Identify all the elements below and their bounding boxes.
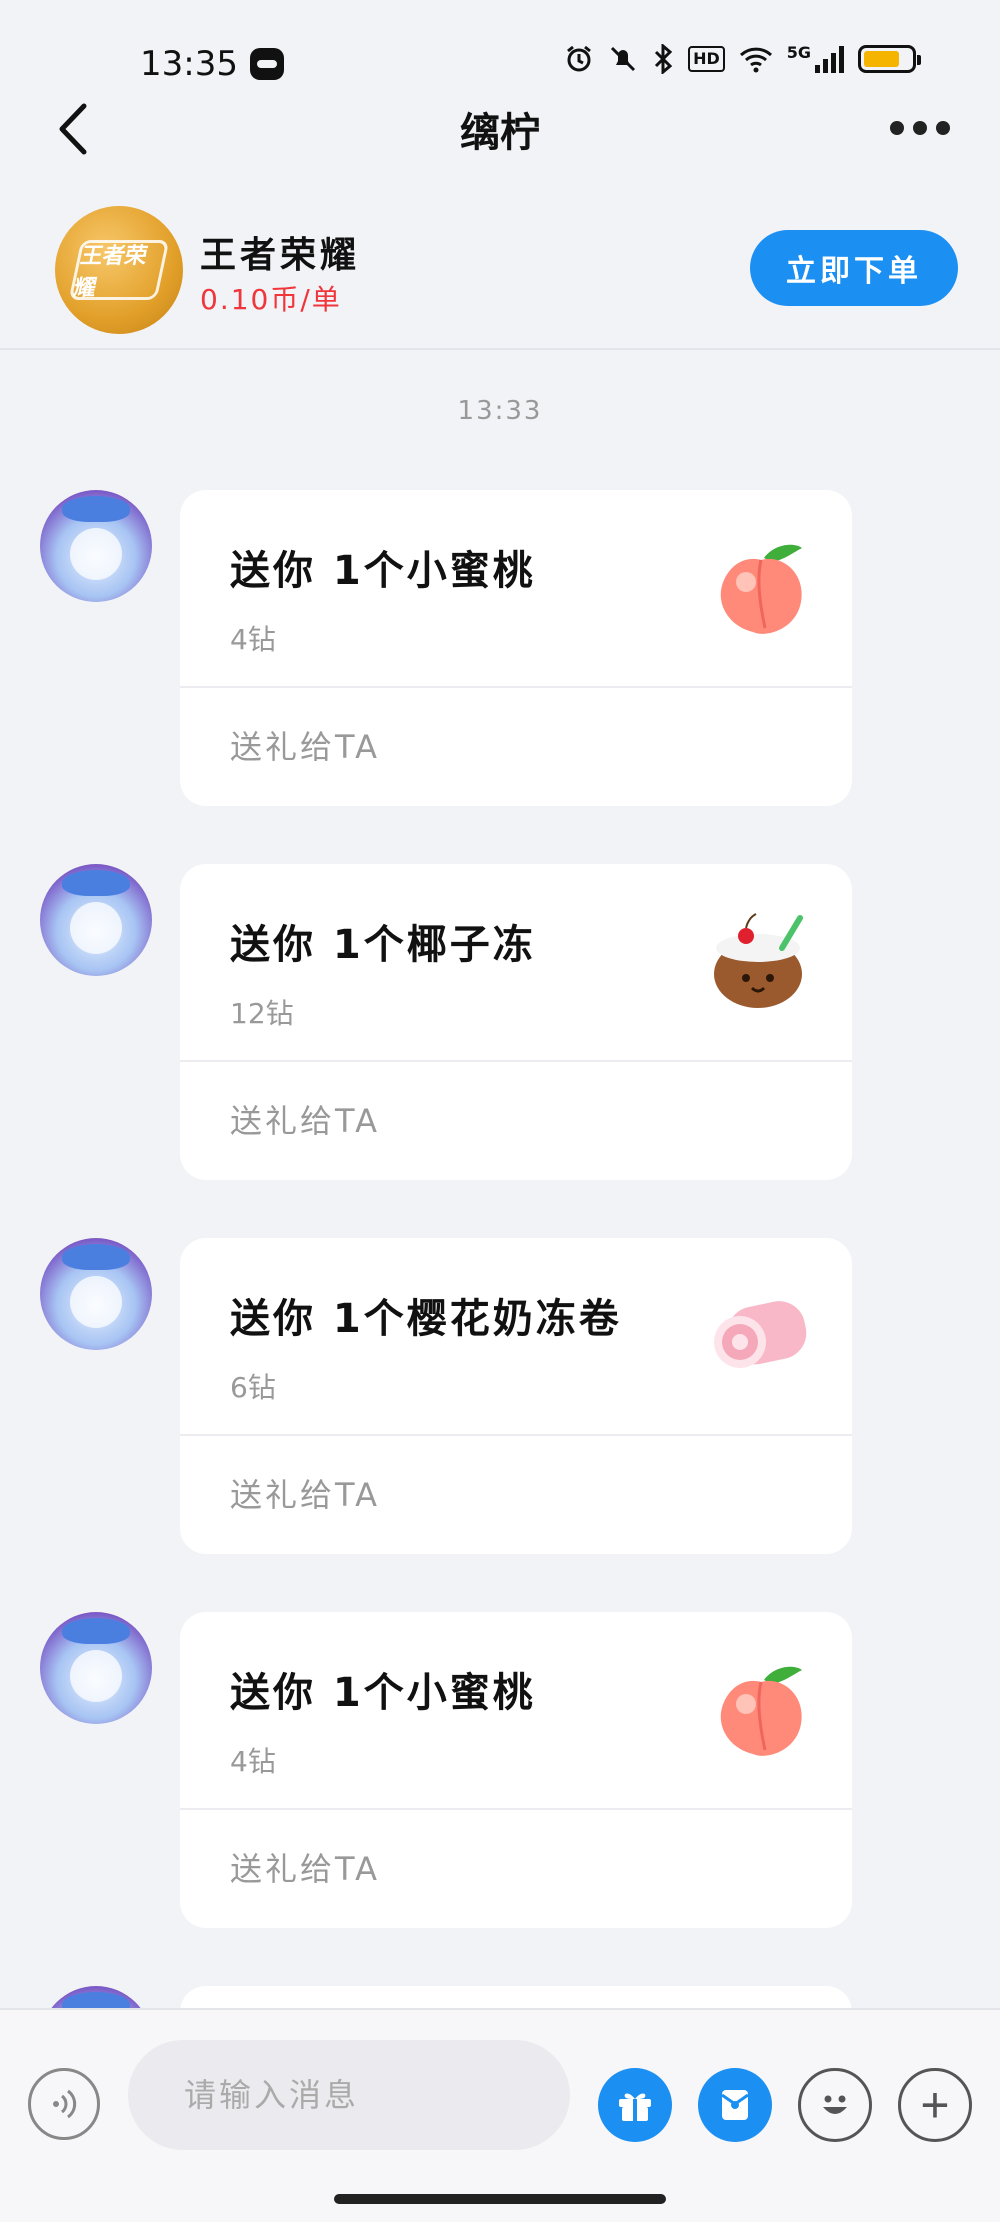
- hd-badge: HD: [688, 46, 725, 72]
- gift-title: 送你 1个樱花奶冻卷: [230, 1296, 622, 1342]
- order-now-button[interactable]: 立即下单: [750, 230, 958, 306]
- voice-button[interactable]: [28, 2068, 100, 2140]
- gift-message: 送你 1个小蜜桃 4钻 送礼给TA: [0, 1612, 1000, 1932]
- red-packet-icon: [721, 2090, 749, 2120]
- mute-icon: [611, 46, 636, 72]
- signal-icon: [815, 45, 844, 73]
- gift-icon: [619, 2093, 651, 2121]
- gift-cost: 12钻: [230, 997, 294, 1030]
- plus-icon: +: [920, 2077, 950, 2133]
- coconut-icon: [714, 913, 803, 1008]
- alarm-icon: [567, 45, 591, 72]
- avatar[interactable]: [40, 490, 152, 602]
- red-packet-button[interactable]: [698, 2068, 772, 2142]
- gift-message: 送你 1个小蜜桃 4钻 送礼给TA: [0, 490, 1000, 810]
- gift-divider: [180, 1060, 852, 1062]
- gift-divider: [180, 1434, 852, 1436]
- more-dot: [936, 121, 950, 135]
- gift-message-partial: [0, 1986, 1000, 2008]
- gift-card[interactable]: 送你 1个椰子冻 12钻 送礼给TA: [180, 864, 852, 1180]
- gift-cost: 4钻: [230, 1745, 276, 1778]
- game-name: 王者荣耀: [200, 235, 361, 276]
- input-bar: +: [0, 2008, 1000, 2222]
- more-dot: [913, 121, 927, 135]
- avatar[interactable]: [40, 864, 152, 976]
- emoji-icon: [823, 2095, 847, 2114]
- gift-title: 送你 1个小蜜桃: [230, 548, 536, 594]
- more-button[interactable]: [890, 116, 950, 140]
- message-input[interactable]: [128, 2040, 570, 2150]
- page-title: 缡柠: [460, 110, 540, 156]
- network-label: 5G: [786, 42, 811, 62]
- gift-message: 送你 1个樱花奶冻卷 6钻 送礼给TA: [0, 1238, 1000, 1558]
- peach-icon: [720, 1666, 802, 1756]
- send-gift-link[interactable]: 送礼给TA: [230, 722, 380, 768]
- gift-message: 送你 1个椰子冻 12钻 送礼给TA: [0, 864, 1000, 1184]
- gift-divider: [180, 686, 852, 688]
- avatar[interactable]: [40, 1238, 152, 1350]
- game-logo-text: 王者荣耀: [68, 240, 170, 301]
- gift-cost: 4钻: [230, 623, 276, 656]
- sakura-roll-icon: [714, 1301, 807, 1368]
- peach-icon: [720, 544, 802, 634]
- status-time: 13:35: [140, 44, 238, 84]
- game-logo[interactable]: 王者荣耀: [55, 206, 183, 334]
- avatar[interactable]: [40, 1612, 152, 1724]
- send-gift-link[interactable]: 送礼给TA: [230, 1096, 380, 1142]
- wifi-icon: [739, 47, 772, 73]
- home-indicator[interactable]: [334, 2194, 666, 2204]
- gift-title: 送你 1个椰子冻: [230, 922, 536, 968]
- gift-button[interactable]: [598, 2068, 672, 2142]
- avatar[interactable]: [40, 1986, 152, 2008]
- gift-card[interactable]: 送你 1个小蜜桃 4钻 送礼给TA: [180, 490, 852, 806]
- status-icons: HD 5G: [564, 42, 921, 74]
- gift-card[interactable]: 送你 1个樱花奶冻卷 6钻 送礼给TA: [180, 1238, 852, 1554]
- send-gift-link[interactable]: 送礼给TA: [230, 1470, 380, 1516]
- battery-icon: [858, 45, 921, 73]
- more-options-button[interactable]: +: [898, 2068, 972, 2142]
- gift-card[interactable]: 送你 1个小蜜桃 4钻 送礼给TA: [180, 1612, 852, 1928]
- gift-title: 送你 1个小蜜桃: [230, 1670, 536, 1716]
- game-header: 王者荣耀 王者荣耀 0.10币/单 立即下单: [0, 190, 1000, 350]
- voice-icon: [53, 2089, 77, 2119]
- battery-fill: [864, 51, 899, 67]
- gift-card[interactable]: [180, 1986, 852, 2008]
- gift-divider: [180, 1808, 852, 1810]
- game-price: 0.10币/单: [200, 283, 342, 316]
- bluetooth-icon: [655, 44, 673, 74]
- emoji-button[interactable]: [798, 2068, 872, 2142]
- more-dot: [890, 121, 904, 135]
- chat-timestamp: 13:33: [457, 396, 543, 426]
- gift-cost: 6钻: [230, 1371, 276, 1404]
- send-gift-link[interactable]: 送礼给TA: [230, 1844, 380, 1890]
- app-notification-icon: [250, 48, 284, 80]
